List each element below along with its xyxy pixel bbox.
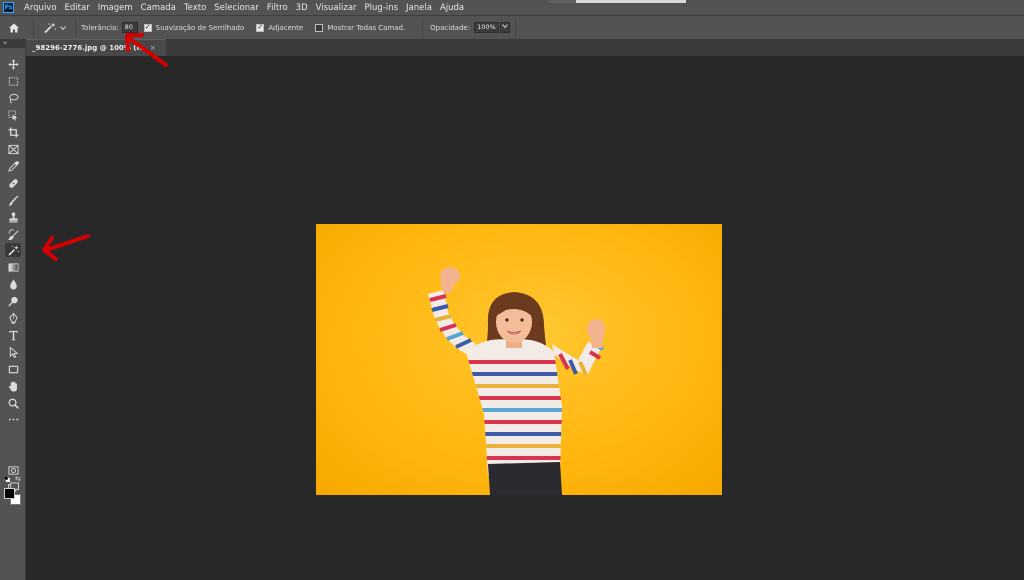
photoshop-logo[interactable]: Ps bbox=[3, 2, 14, 13]
menu-camada[interactable]: Camada bbox=[137, 3, 180, 13]
object-selection-tool[interactable] bbox=[5, 108, 21, 122]
document-canvas[interactable] bbox=[316, 224, 722, 495]
home-button[interactable] bbox=[0, 17, 28, 39]
opacity-dropdown-button[interactable] bbox=[499, 22, 510, 33]
chevron-down-icon bbox=[501, 24, 508, 29]
pen-tool[interactable] bbox=[5, 311, 21, 325]
history-brush-icon bbox=[7, 229, 18, 240]
crop-tool[interactable] bbox=[5, 125, 21, 139]
opacity-input[interactable]: 100% bbox=[474, 22, 499, 33]
clone-stamp-tool[interactable] bbox=[5, 210, 21, 224]
menu-imagem[interactable]: Imagem bbox=[94, 3, 137, 13]
tolerance-label: Tolerância: bbox=[81, 23, 119, 32]
drop-icon bbox=[9, 278, 17, 290]
lasso-tool[interactable] bbox=[5, 91, 21, 105]
tools-panel: ⇆ bbox=[0, 48, 26, 580]
arrow-cursor-icon bbox=[9, 346, 18, 358]
healing-brush-tool[interactable] bbox=[5, 176, 21, 190]
quick-mask-icon bbox=[7, 465, 19, 475]
hand-tool[interactable] bbox=[5, 379, 21, 393]
title-strip-dark bbox=[548, 0, 576, 3]
magic-wand-tool[interactable] bbox=[5, 243, 21, 257]
blur-tool[interactable] bbox=[5, 277, 21, 291]
magic-wand-icon bbox=[44, 22, 57, 33]
menu-janela[interactable]: Janela bbox=[402, 3, 436, 13]
hand-icon bbox=[8, 380, 17, 392]
menu-visualizar[interactable]: Visualizar bbox=[312, 3, 361, 13]
brush-tool[interactable] bbox=[5, 193, 21, 207]
zoom-icon bbox=[8, 398, 19, 409]
annotation-arrow-icon bbox=[42, 234, 90, 261]
options-separator bbox=[75, 19, 76, 36]
menu-3d[interactable]: 3D bbox=[292, 3, 312, 13]
stamp-icon bbox=[8, 211, 18, 222]
annotation-arrow-icon bbox=[125, 33, 168, 67]
brush-icon bbox=[7, 195, 18, 206]
frame-icon bbox=[7, 144, 19, 154]
options-separator bbox=[422, 19, 424, 36]
check-icon: ✓ bbox=[256, 23, 265, 32]
more-icon bbox=[8, 418, 18, 420]
rectangular-marquee-icon bbox=[8, 76, 18, 86]
marquee-tool[interactable] bbox=[5, 74, 21, 88]
eyedropper-tool[interactable] bbox=[5, 159, 21, 173]
eyedropper-icon bbox=[7, 160, 19, 172]
gradient-tool[interactable] bbox=[5, 260, 21, 274]
menu-plug-ins[interactable]: Plug-ins bbox=[361, 3, 403, 13]
menu-arquivo[interactable]: Arquivo bbox=[20, 3, 61, 13]
quick-mask-button[interactable] bbox=[5, 463, 21, 477]
menu-selecionar[interactable]: Selecionar bbox=[210, 3, 263, 13]
rectangle-icon bbox=[8, 365, 18, 373]
contiguous-checkbox[interactable]: ✓ Adjacente bbox=[256, 23, 304, 32]
toolbar-collapse-button[interactable]: » bbox=[0, 39, 26, 48]
frame-tool[interactable] bbox=[5, 142, 21, 156]
sample-all-layers-checkbox[interactable]: Mostrar Todas Camad. bbox=[315, 23, 406, 32]
sample-all-layers-label: Mostrar Todas Camad. bbox=[327, 23, 406, 32]
crop-icon bbox=[7, 126, 19, 138]
menu-ajuda[interactable]: Ajuda bbox=[436, 3, 468, 13]
move-icon bbox=[7, 58, 19, 70]
lasso-icon bbox=[8, 93, 19, 103]
contiguous-label: Adjacente bbox=[268, 23, 304, 32]
object-selection-icon bbox=[7, 109, 17, 121]
photo-girl-striped-sweater bbox=[316, 224, 722, 495]
document-tab-strip: _98296-2776.jpg @ 100% (R × bbox=[26, 39, 1024, 56]
dodge-tool[interactable] bbox=[5, 294, 21, 308]
menu-texto[interactable]: Texto bbox=[180, 3, 210, 13]
path-selection-tool[interactable] bbox=[5, 345, 21, 359]
options-separator bbox=[514, 19, 516, 36]
magic-wand-icon bbox=[7, 244, 19, 256]
gradient-icon bbox=[8, 262, 18, 272]
edit-toolbar-button[interactable] bbox=[5, 412, 21, 426]
move-tool[interactable] bbox=[5, 57, 21, 71]
unchecked-box-icon bbox=[315, 23, 324, 32]
bandage-icon bbox=[8, 178, 18, 188]
opacity-label: Opacidade: bbox=[430, 23, 471, 32]
dodge-icon bbox=[7, 296, 18, 307]
document-workspace[interactable] bbox=[26, 56, 1024, 580]
rectangle-tool[interactable] bbox=[5, 362, 21, 376]
pen-icon bbox=[8, 312, 18, 324]
tool-preset-picker[interactable] bbox=[39, 22, 70, 34]
history-brush-tool[interactable] bbox=[5, 227, 21, 241]
menu-editar[interactable]: Editar bbox=[61, 3, 94, 13]
type-icon bbox=[8, 330, 18, 340]
type-tool[interactable] bbox=[5, 328, 21, 342]
menu-filtro[interactable]: Filtro bbox=[263, 3, 292, 13]
chevron-down-icon bbox=[60, 25, 66, 30]
foreground-color-swatch[interactable] bbox=[4, 488, 15, 499]
photoshop-window: Ps Arquivo Editar Imagem Camada Texto Se… bbox=[0, 0, 1024, 580]
options-separator bbox=[33, 19, 34, 36]
title-strip-light bbox=[576, 0, 686, 3]
home-icon bbox=[9, 23, 19, 32]
zoom-tool[interactable] bbox=[5, 396, 21, 410]
menu-bar: Ps Arquivo Editar Imagem Camada Texto Se… bbox=[0, 0, 1024, 15]
